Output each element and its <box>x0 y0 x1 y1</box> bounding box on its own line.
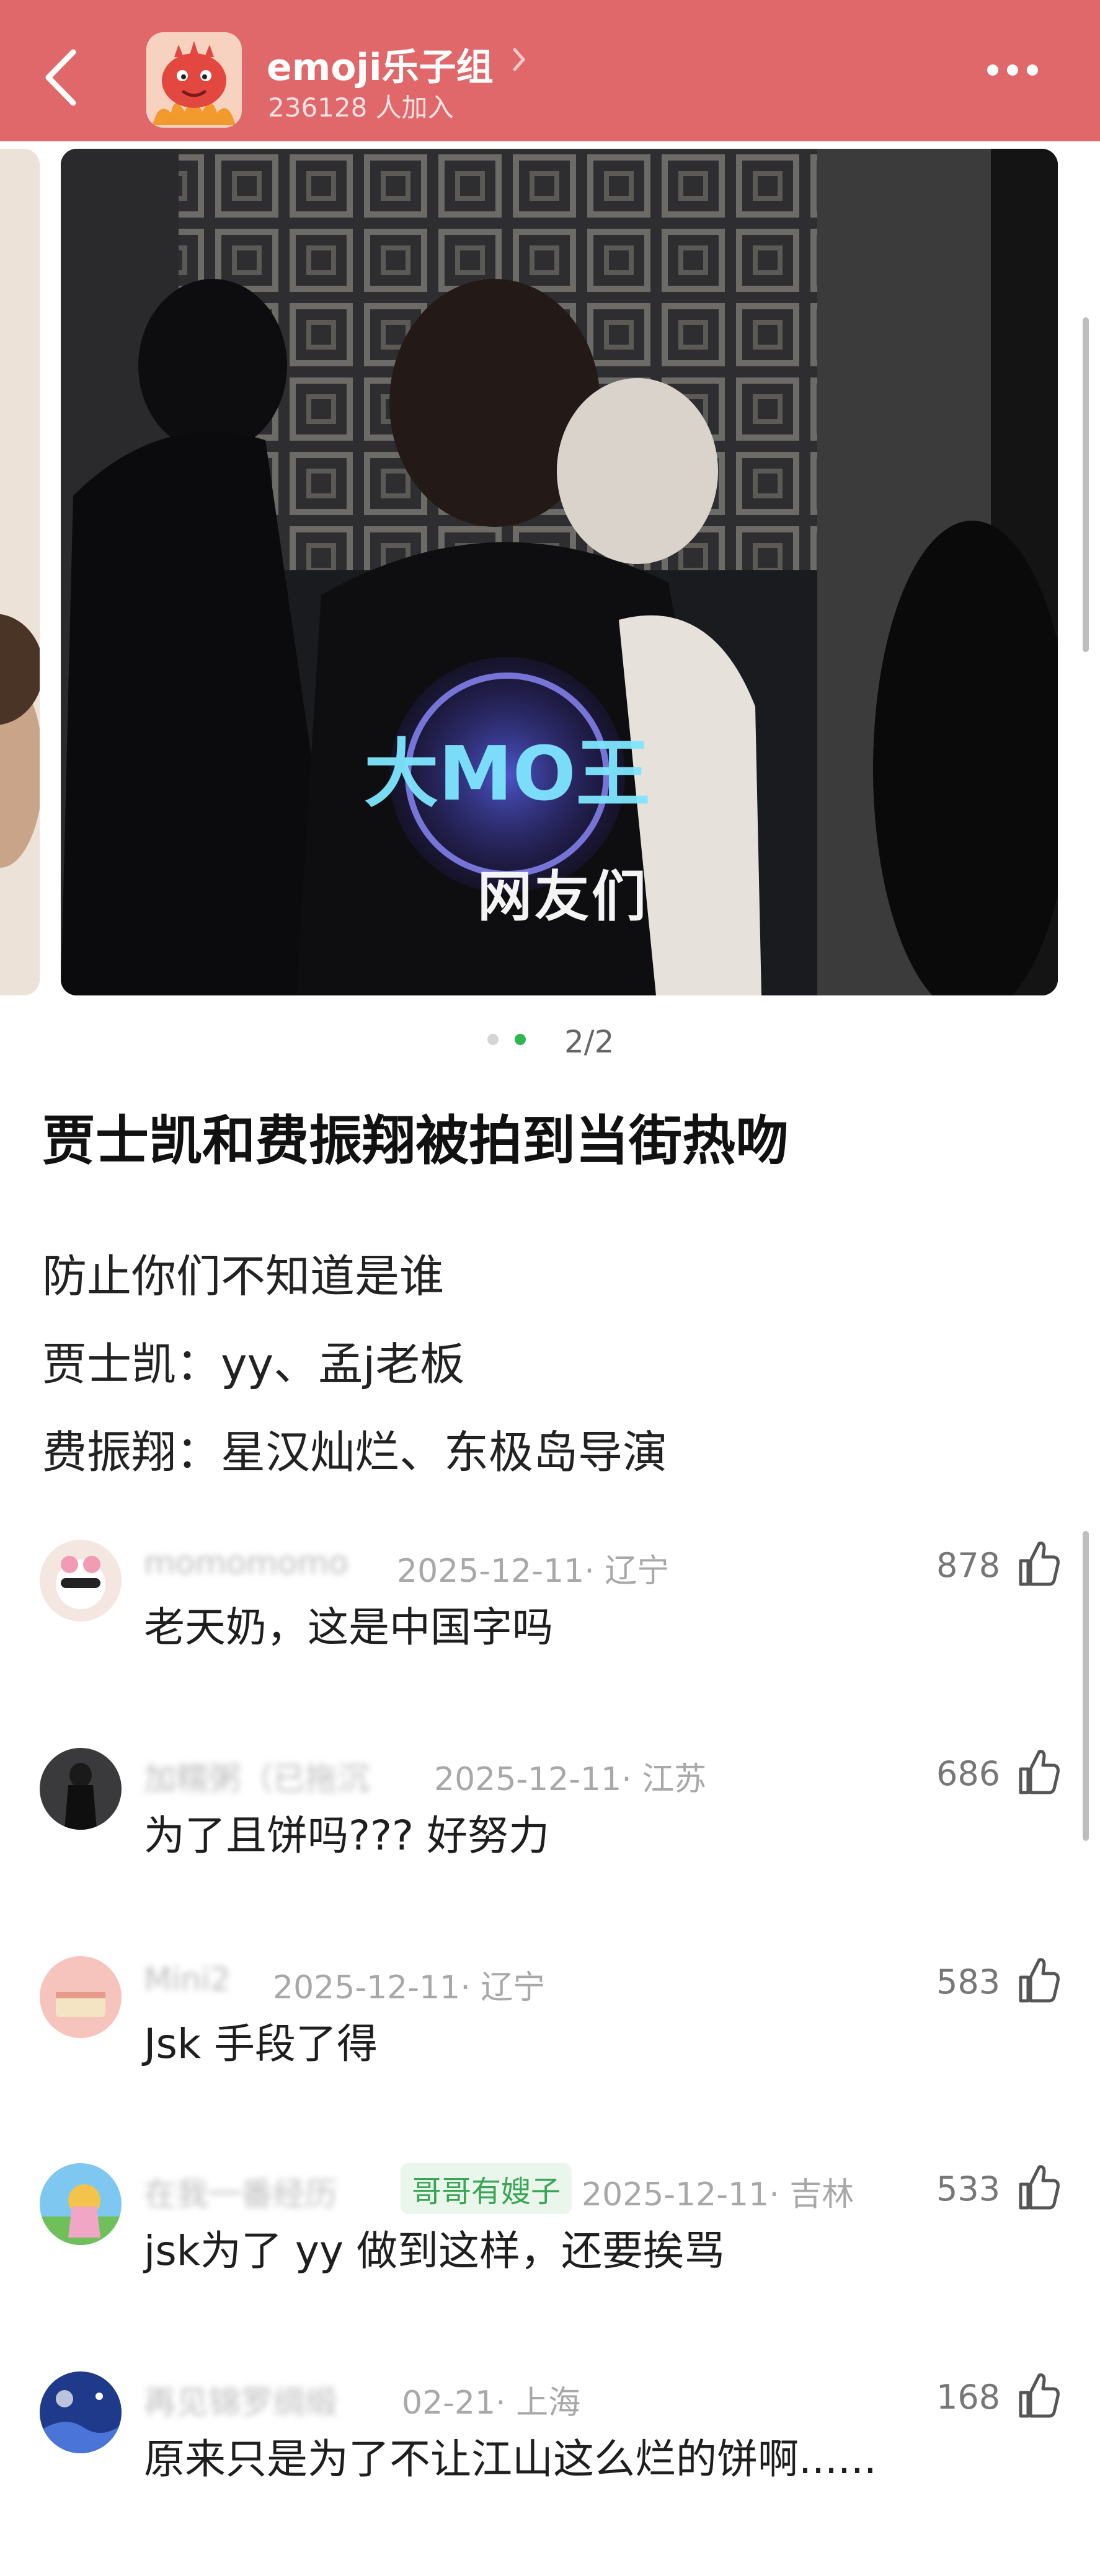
back-arrow-icon[interactable] <box>35 43 91 112</box>
comment-username[interactable]: 在我一番经历 <box>144 2168 337 2215</box>
comment-username[interactable]: 再见锦罗绸缎 <box>144 2376 337 2423</box>
comment-meta: 2025-12-11· 辽宁 <box>397 1553 670 1590</box>
like-count: 168 <box>936 2378 1001 2417</box>
comment-item[interactable]: 再见锦罗绸缎 02-21· 上海 原来只是为了不让江山这么烂的饼啊...... … <box>0 2371 1100 2576</box>
comment-meta: 2025-12-11· 吉林 <box>582 2176 854 2213</box>
dragon-avatar-icon <box>146 32 242 128</box>
like-count: 686 <box>936 1754 1001 1793</box>
more-options-button[interactable] <box>987 64 1049 83</box>
comment-meta: 02-21· 上海 <box>402 2384 581 2422</box>
avatar[interactable] <box>40 1956 122 2038</box>
group-member-count: 236128 人加入 <box>268 92 454 123</box>
like-count: 533 <box>936 2169 1001 2208</box>
chevron-right-icon[interactable] <box>510 45 528 74</box>
thumbs-up-icon[interactable] <box>1017 1748 1060 1795</box>
scrollbar-thumb[interactable] <box>1083 317 1089 652</box>
group-header: emoji乐子组 236128 人加入 <box>0 0 1100 141</box>
avatar[interactable] <box>40 2371 122 2453</box>
like-count: 878 <box>936 1546 1001 1585</box>
post-body-line: 贾士凯：yy、孟j老板 <box>42 1338 465 1390</box>
comment-text: 为了且饼吗??? 好努力 <box>144 1812 550 1859</box>
comment-username[interactable]: Mini2 <box>144 1961 231 1998</box>
comment-text: jsk为了 yy 做到这样，还要挨骂 <box>144 2227 725 2275</box>
post-body-line: 防止你们不知道是谁 <box>42 1250 445 1302</box>
comment-meta: 2025-12-11· 江苏 <box>434 1761 707 1798</box>
more-dot-icon <box>1027 64 1038 76</box>
post-title: 贾士凯和费振翔被拍到当街热吻 <box>42 1110 789 1172</box>
comment-item[interactable]: 加糯粥（已拖沉 2025-12-11· 江苏 为了且饼吗??? 好努力 686 <box>0 1748 1100 1952</box>
comment-text: 老天奶，这是中国字吗 <box>144 1603 553 1651</box>
post-body-line: 费振翔：星汉灿烂、东极岛导演 <box>42 1426 668 1478</box>
comment-item[interactable]: Mini2 2025-12-11· 辽宁 Jsk 手段了得 583 <box>0 1956 1100 2161</box>
group-name[interactable]: emoji乐子组 <box>267 37 494 91</box>
avatar[interactable] <box>40 2163 122 2245</box>
thumbs-up-icon[interactable] <box>1017 2371 1060 2419</box>
comment-text: 原来只是为了不让江山这么烂的饼啊...... <box>144 2435 877 2483</box>
photo-caption: 网友们 <box>477 865 649 929</box>
more-dot-icon <box>1007 64 1018 76</box>
carousel-dot-inactive[interactable] <box>487 1034 499 1045</box>
thumbs-up-icon[interactable] <box>1017 1540 1060 1587</box>
comment-item[interactable]: 在我一番经历 哥哥有嫂子 2025-12-11· 吉林 jsk为了 yy 做到这… <box>0 2163 1100 2368</box>
comment-username[interactable]: momomomo <box>144 1545 348 1582</box>
previous-slide-image[interactable] <box>0 149 40 995</box>
carousel-dot-active[interactable] <box>515 1034 526 1045</box>
avatar[interactable] <box>40 1540 122 1621</box>
scrollbar-thumb[interactable] <box>1083 1531 1089 1841</box>
comment-text: Jsk 手段了得 <box>144 2020 378 2068</box>
avatar[interactable] <box>40 1748 122 1830</box>
comment-item[interactable]: momomomo 2025-12-11· 辽宁 老天奶，这是中国字吗 878 <box>0 1540 1100 1744</box>
comment-username[interactable]: 加糯粥（已拖沉 <box>144 1753 370 1799</box>
user-tag-badge: 哥哥有嫂子 <box>401 2163 572 2214</box>
svg-text:大MO王: 大MO王 <box>364 731 650 818</box>
more-dot-icon <box>987 64 998 76</box>
thumbs-up-icon[interactable] <box>1017 2163 1060 2210</box>
like-count: 583 <box>936 1962 1001 2001</box>
group-avatar[interactable] <box>146 32 242 128</box>
comment-meta: 2025-12-11· 辽宁 <box>273 1969 546 2006</box>
page-indicator: 2/2 <box>564 1024 614 1060</box>
thumbs-up-icon[interactable] <box>1017 1956 1060 2003</box>
